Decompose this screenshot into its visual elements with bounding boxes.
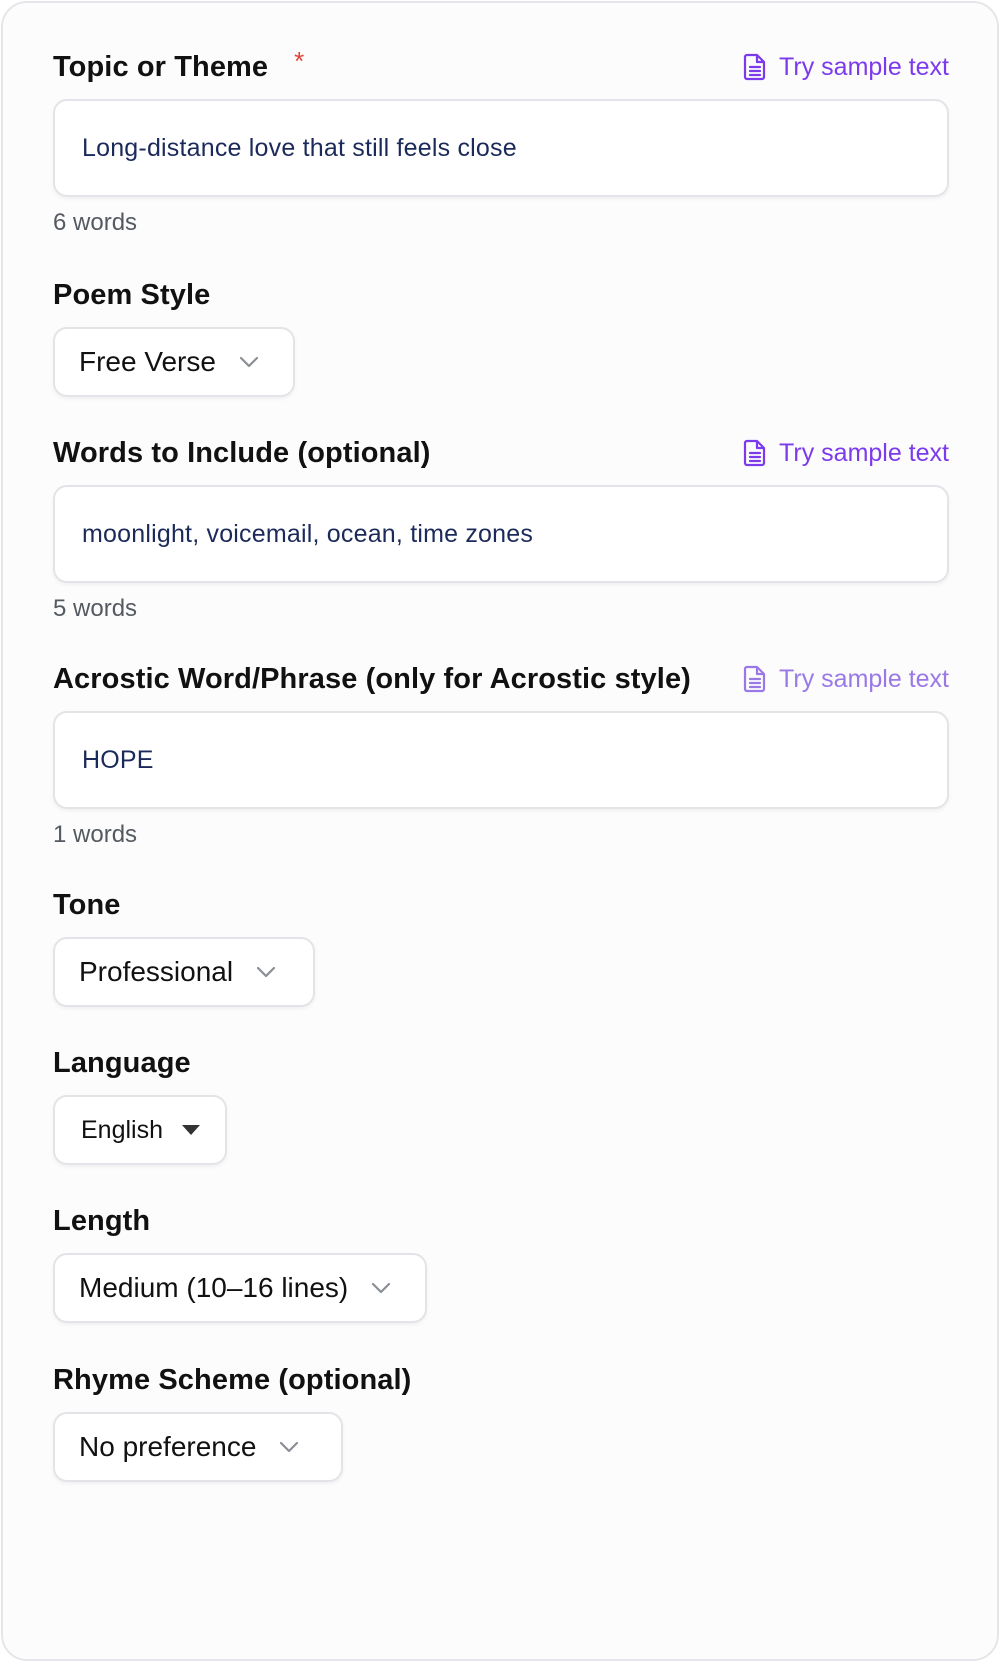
topic-try-sample-button[interactable]: Try sample text xyxy=(743,53,949,82)
poem-style-field: Poem Style Free Verse xyxy=(53,275,949,397)
required-marker: * xyxy=(294,45,305,76)
words-to-include-word-count: 5 words xyxy=(53,595,138,622)
poem-form-card: Topic or Theme * Try sample text Long-dis… xyxy=(1,1,999,1661)
topic-field: Topic or Theme * Try sample text Long-dis… xyxy=(53,46,949,237)
chevron-down-icon xyxy=(370,1281,392,1295)
rhyme-scheme-select[interactable]: No preference xyxy=(53,1412,343,1482)
document-icon xyxy=(743,439,767,467)
words-try-sample-label: Try sample text xyxy=(779,438,949,467)
tone-label: Tone xyxy=(53,888,121,921)
length-select[interactable]: Medium (10–16 lines) xyxy=(53,1253,427,1323)
tone-field: Tone Professional xyxy=(53,885,949,1007)
chevron-down-icon xyxy=(255,965,277,979)
language-field: Language English xyxy=(53,1043,949,1165)
words-to-include-field: Words to Include (optional) Try sample t… xyxy=(53,433,949,623)
language-label: Language xyxy=(53,1046,191,1079)
acrostic-input[interactable]: HOPE xyxy=(53,711,949,809)
length-label: Length xyxy=(53,1204,151,1237)
topic-label: Topic or Theme xyxy=(53,50,269,83)
chevron-down-icon xyxy=(278,1440,300,1454)
poem-style-label: Poem Style xyxy=(53,278,211,311)
tone-selected: Professional xyxy=(79,956,234,987)
poem-style-selected: Free Verse xyxy=(79,346,216,377)
tone-select[interactable]: Professional xyxy=(53,937,315,1007)
document-icon xyxy=(743,53,767,81)
caret-down-icon xyxy=(181,1124,201,1136)
acrostic-word-count: 1 words xyxy=(53,821,138,848)
length-selected: Medium (10–16 lines) xyxy=(79,1272,349,1303)
acrostic-try-sample-button[interactable]: Try sample text xyxy=(743,665,949,694)
rhyme-scheme-selected: No preference xyxy=(79,1431,257,1462)
topic-try-sample-label: Try sample text xyxy=(779,52,949,81)
document-icon xyxy=(743,665,767,693)
language-select[interactable]: English xyxy=(53,1095,227,1165)
acrostic-try-sample-label: Try sample text xyxy=(779,664,949,693)
acrostic-label: Acrostic Word/Phrase (only for Acrostic … xyxy=(53,662,691,695)
words-to-include-input[interactable]: moonlight, voicemail, ocean, time zones xyxy=(53,485,949,583)
topic-input[interactable]: Long-distance love that still feels clos… xyxy=(53,99,949,197)
language-selected: English xyxy=(81,1115,163,1144)
acrostic-field: Acrostic Word/Phrase (only for Acrostic … xyxy=(53,659,949,849)
poem-style-select[interactable]: Free Verse xyxy=(53,327,295,397)
words-try-sample-button[interactable]: Try sample text xyxy=(743,439,949,468)
chevron-down-icon xyxy=(238,355,260,369)
length-field: Length Medium (10–16 lines) xyxy=(53,1201,949,1323)
rhyme-scheme-label: Rhyme Scheme (optional) xyxy=(53,1363,412,1396)
topic-label-group: Topic or Theme * xyxy=(53,46,304,84)
rhyme-scheme-field: Rhyme Scheme (optional) No preference xyxy=(53,1360,949,1482)
words-to-include-label: Words to Include (optional) xyxy=(53,436,431,469)
topic-word-count: 6 words xyxy=(53,209,138,236)
